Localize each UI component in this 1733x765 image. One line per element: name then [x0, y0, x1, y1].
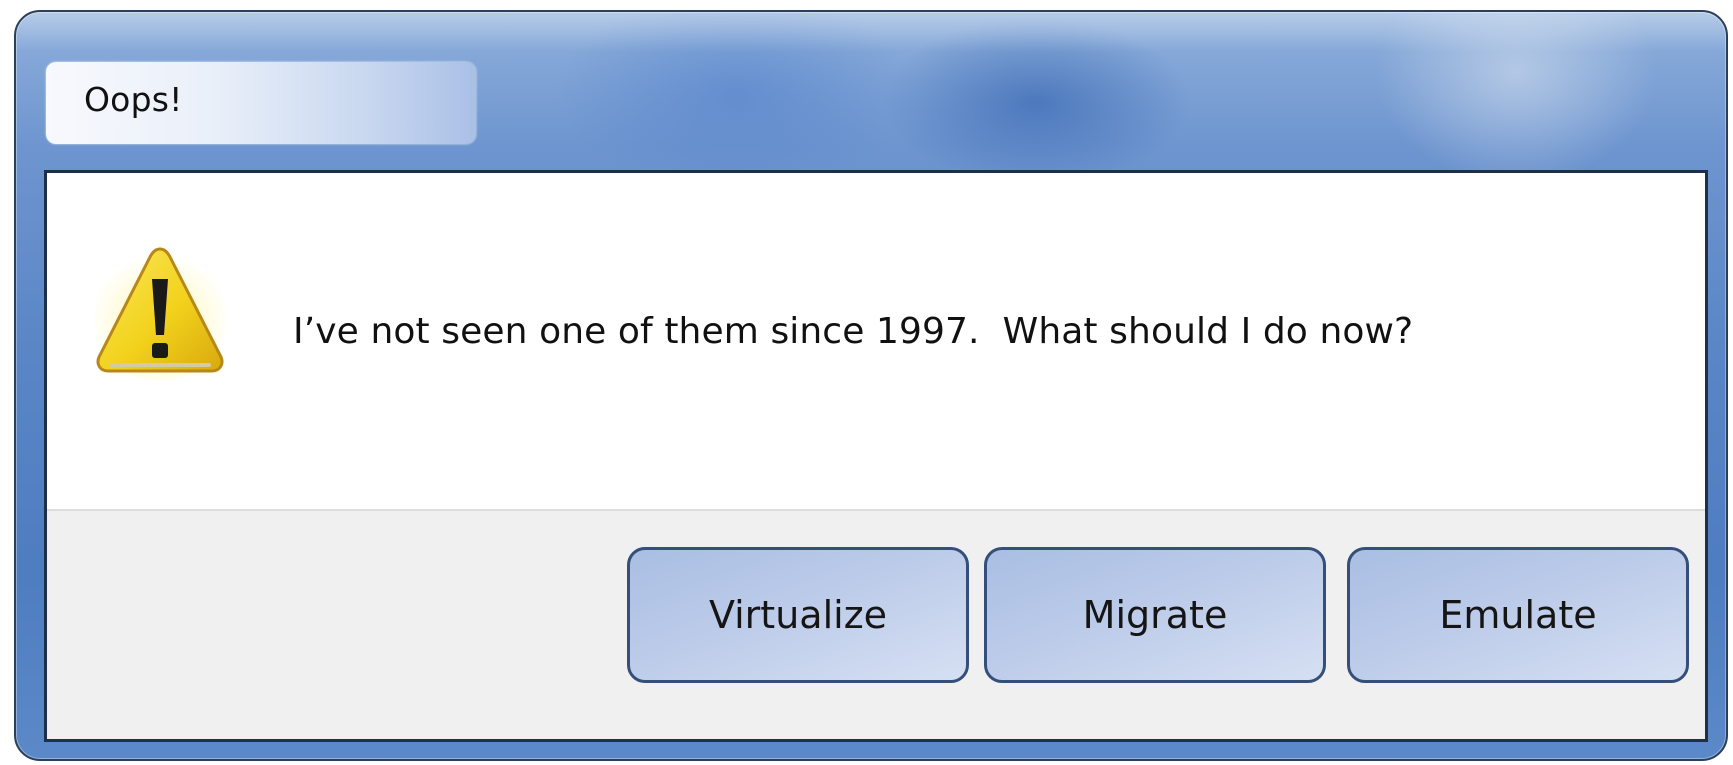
- frame-glint: [16, 12, 1726, 52]
- virtualize-button[interactable]: Virtualize: [627, 547, 969, 683]
- title-bar: Oops!: [46, 62, 476, 144]
- dialog-window: Oops! I’ve not seen one of them since 19…: [14, 10, 1728, 761]
- migrate-button[interactable]: Migrate: [984, 547, 1326, 683]
- message-area: I’ve not seen one of them since 1997. Wh…: [47, 173, 1705, 509]
- emulate-button[interactable]: Emulate: [1347, 547, 1689, 683]
- migrate-button-label: Migrate: [1082, 593, 1228, 637]
- emulate-button-label: Emulate: [1439, 593, 1597, 637]
- dialog-message: I’ve not seen one of them since 1997. Wh…: [293, 311, 1414, 352]
- warning-icon: [94, 247, 226, 381]
- button-strip: Virtualize Migrate Emulate: [47, 509, 1705, 739]
- virtualize-button-label: Virtualize: [708, 593, 888, 637]
- dialog-content: I’ve not seen one of them since 1997. Wh…: [44, 170, 1708, 742]
- dialog-title: Oops!: [84, 80, 183, 119]
